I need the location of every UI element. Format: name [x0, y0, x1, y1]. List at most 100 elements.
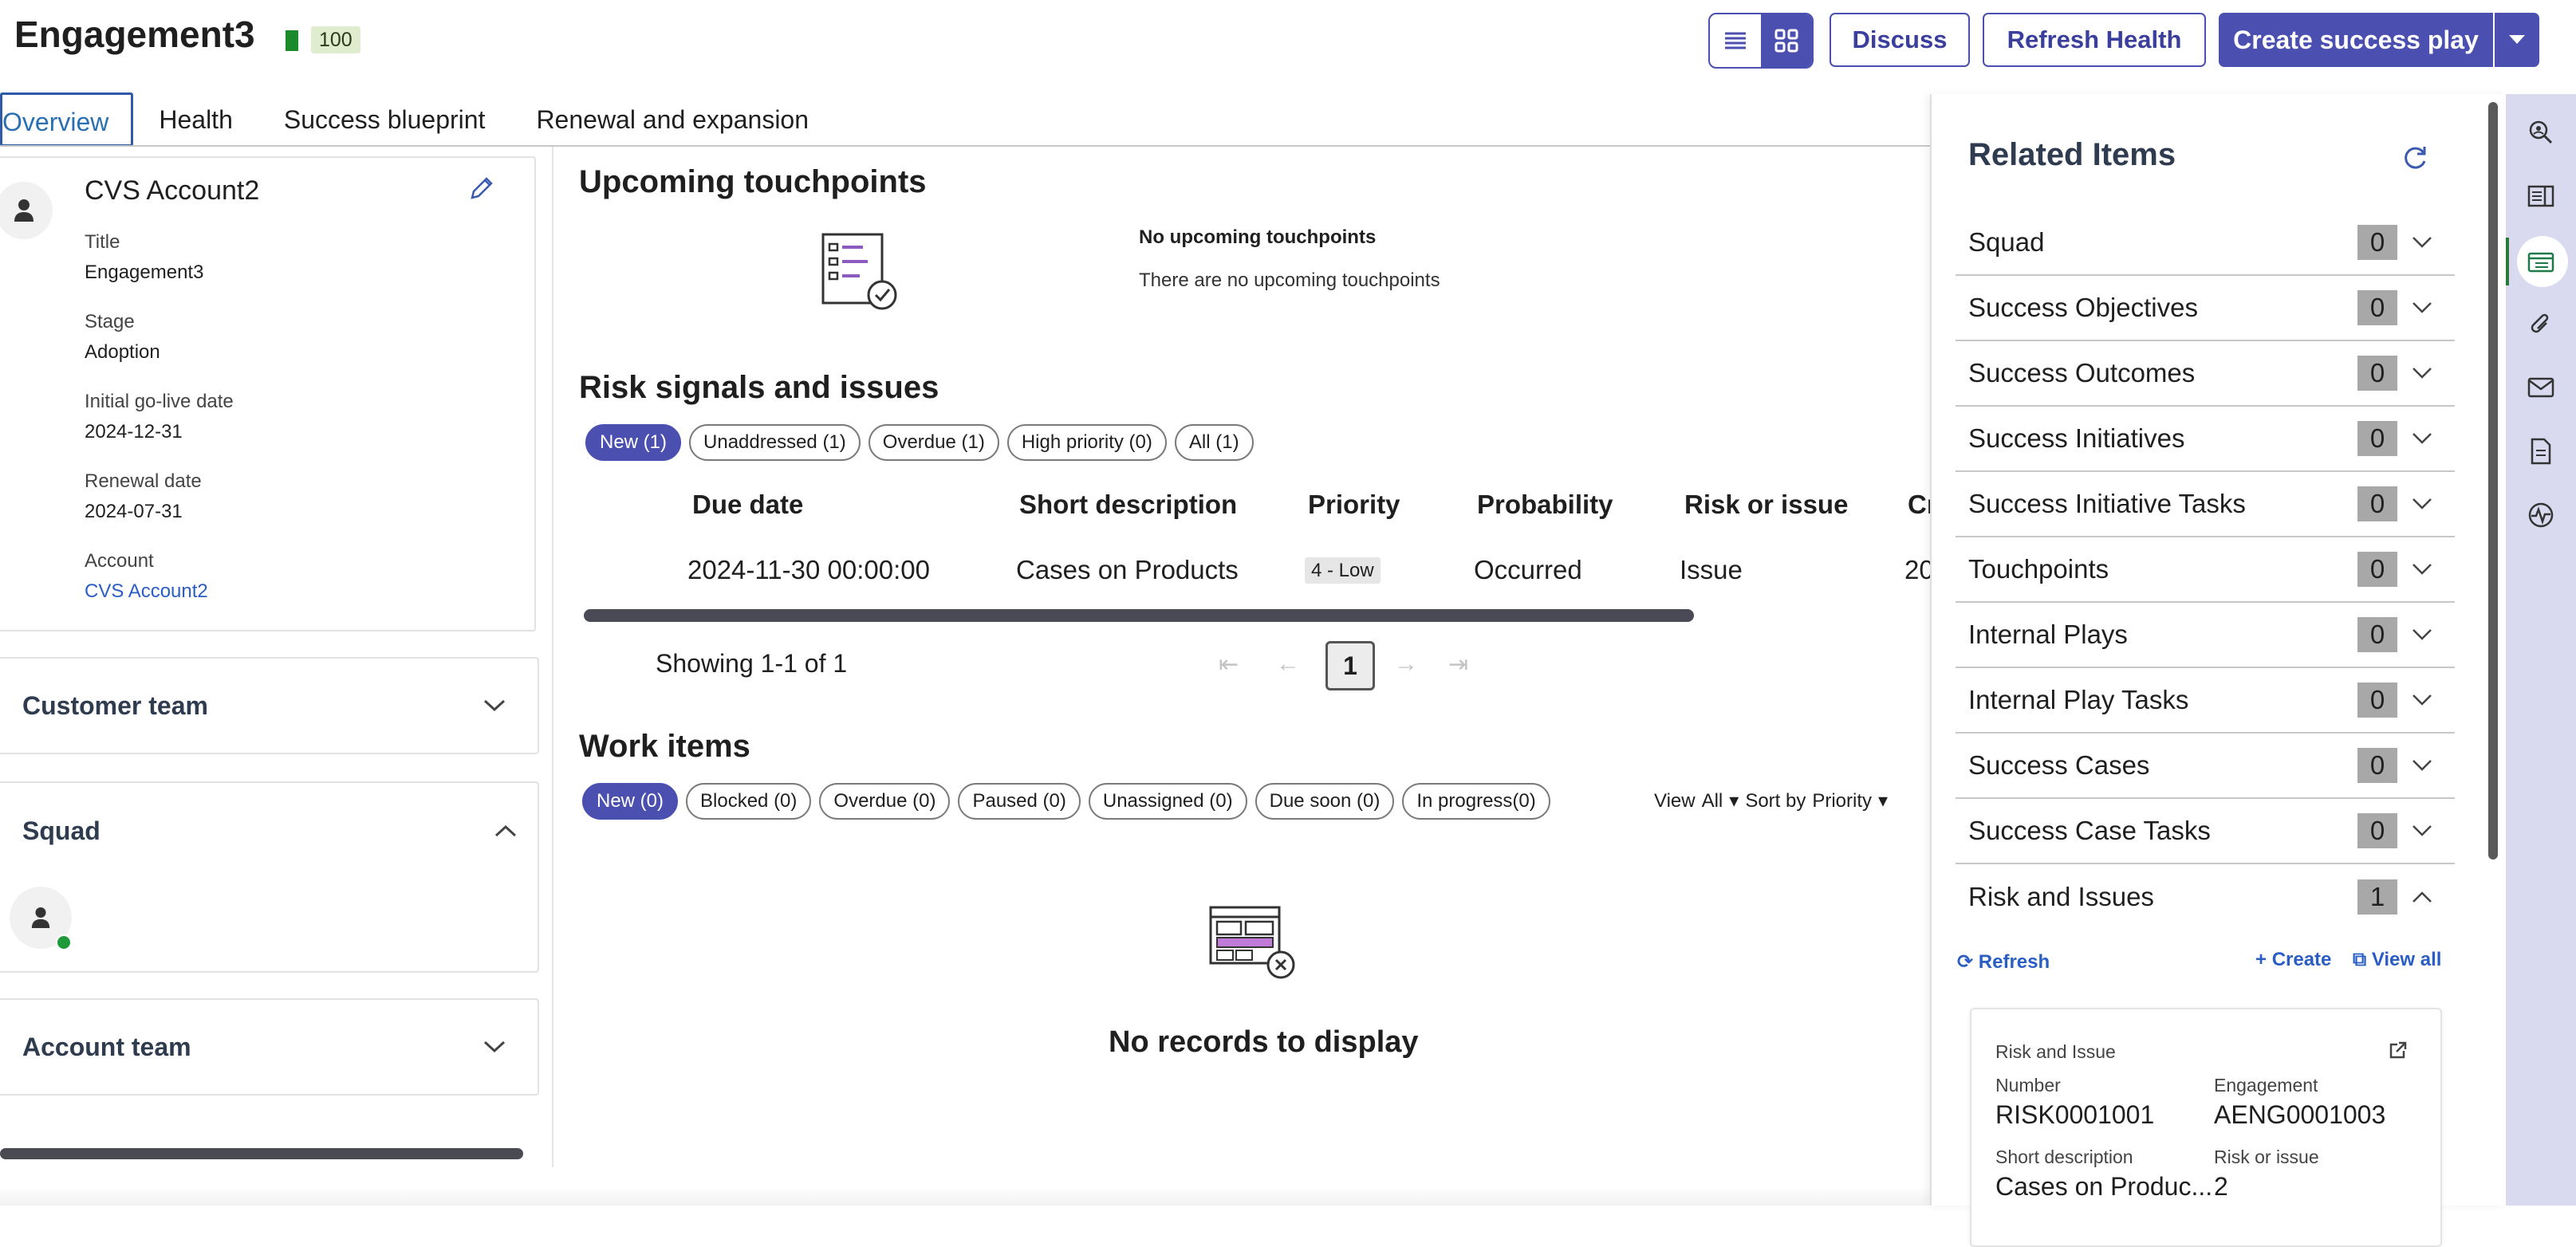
work-filter-paused[interactable]: Paused (0) [958, 783, 1081, 820]
avatar [0, 182, 53, 239]
create-play-dropdown-button[interactable] [2493, 13, 2539, 67]
related-item-row[interactable]: Success Cases 0 [1956, 734, 2455, 799]
column-header-risk-or-issue[interactable]: Risk or issue [1684, 490, 1848, 520]
refresh-icon: ⟳ [1957, 951, 1974, 973]
risk-refresh-link[interactable]: ⟳ Refresh [1957, 950, 2050, 974]
chevron-down-icon[interactable] [2412, 563, 2439, 576]
column-header-due-date[interactable]: Due date [692, 490, 803, 520]
work-filter-in-progress[interactable]: In progress(0) [1402, 783, 1550, 820]
bottom-edge [0, 1186, 1930, 1206]
create-success-play-button[interactable]: Create success play [2219, 13, 2493, 67]
risk-or-issue-value: 2 [2214, 1172, 2228, 1201]
refresh-health-button[interactable]: Refresh Health [1983, 13, 2206, 67]
tab-overview[interactable]: Overview [0, 92, 134, 147]
related-items-icon[interactable] [2522, 242, 2560, 281]
work-filter-due-soon[interactable]: Due soon (0) [1255, 783, 1395, 820]
chevron-up-icon[interactable] [2412, 891, 2439, 903]
engagement-link[interactable]: AENG0001003 [2214, 1100, 2385, 1130]
related-item-row[interactable]: Risk and Issues 1 [1956, 864, 2455, 930]
customer-team-section[interactable]: Customer team [0, 657, 539, 754]
risk-filter-new[interactable]: New (1) [585, 424, 682, 461]
related-item-row[interactable]: Success Case Tasks 0 [1956, 799, 2455, 864]
related-item-count: 0 [2357, 290, 2397, 325]
chevron-down-icon[interactable] [2412, 824, 2439, 837]
risk-view-all-link[interactable]: ⧉ View all [2353, 949, 2441, 971]
related-item-label: Risk and Issues [1968, 882, 2154, 911]
prev-page-icon[interactable]: ← [1276, 651, 1300, 678]
related-item-row[interactable]: Success Objectives 0 [1956, 276, 2455, 341]
work-filter-unassigned[interactable]: Unassigned (0) [1088, 783, 1247, 820]
related-item-row[interactable]: Success Initiatives 0 [1956, 407, 2455, 472]
risk-create-link[interactable]: + Create [2255, 949, 2331, 971]
account-link[interactable]: CVS Account2 [85, 580, 208, 603]
related-item-label: Internal Plays [1968, 620, 2128, 649]
related-item-label: Internal Play Tasks [1968, 685, 2189, 714]
related-item-row[interactable]: Touchpoints 0 [1956, 537, 2455, 603]
risk-filter-pills: New (1) Unaddressed (1) Overdue (1) High… [585, 424, 1254, 461]
sort-dropdown[interactable]: Priority [1812, 790, 1872, 812]
risk-filter-high-priority[interactable]: High priority (0) [1006, 424, 1167, 461]
page-number-button[interactable]: 1 [1325, 641, 1375, 690]
list-view-button[interactable] [1710, 14, 1761, 67]
attachment-icon[interactable] [2522, 306, 2560, 344]
grid-view-button[interactable] [1761, 14, 1812, 67]
column-header-cr[interactable]: Cr [1908, 490, 1930, 520]
account-team-section[interactable]: Account team [0, 998, 539, 1096]
view-sort-controls: View All ▾ Sort by Priority ▾ [1654, 789, 1889, 812]
open-record-button[interactable] [2388, 1040, 2409, 1060]
column-header-priority[interactable]: Priority [1308, 490, 1400, 520]
chevron-down-icon [483, 1040, 506, 1053]
next-page-icon[interactable]: → [1394, 651, 1418, 678]
chevron-down-icon[interactable] [2412, 301, 2439, 314]
risk-issue-card[interactable]: Risk and Issue Number RISK0001001 Engage… [1970, 1008, 2442, 1247]
chevron-down-icon[interactable] [2412, 236, 2439, 249]
column-header-short-description[interactable]: Short description [1019, 490, 1237, 520]
chevron-down-icon[interactable] [2412, 367, 2439, 380]
edit-button[interactable] [469, 175, 494, 201]
related-item-row[interactable]: Success Outcomes 0 [1956, 341, 2455, 407]
related-item-row[interactable]: Internal Play Tasks 0 [1956, 668, 2455, 734]
related-items-title: Related Items [1968, 137, 2176, 172]
work-filter-new[interactable]: New (0) [582, 783, 679, 820]
health-indicator [286, 30, 298, 51]
risk-filter-overdue[interactable]: Overdue (1) [868, 424, 999, 461]
chevron-down-icon[interactable] [2412, 628, 2439, 641]
chevron-down-icon[interactable] [2412, 498, 2439, 510]
details-panel-icon[interactable] [2522, 177, 2560, 215]
list-icon [1725, 32, 1746, 49]
refresh-related-button[interactable] [2401, 144, 2429, 172]
risk-filter-all[interactable]: All (1) [1174, 424, 1254, 461]
chevron-down-icon[interactable] [2412, 759, 2439, 772]
tab-success-blueprint[interactable]: Success blueprint [258, 92, 511, 147]
field-initial-go-live: Initial go-live date 2024-12-31 [85, 391, 234, 443]
related-item-count: 0 [2357, 552, 2397, 587]
agent-assist-icon[interactable] [2522, 113, 2560, 151]
related-item-label: Touchpoints [1968, 554, 2109, 584]
risk-filter-unaddressed[interactable]: Unaddressed (1) [689, 424, 861, 461]
chevron-down-icon[interactable] [2412, 694, 2439, 706]
tab-renewal-expansion[interactable]: Renewal and expansion [510, 92, 834, 147]
table-row[interactable]: 2024-11-30 00:00:00 Cases on Products 4 … [582, 542, 1930, 598]
squad-section-header[interactable]: Squad [22, 783, 517, 879]
view-toggle[interactable] [1708, 13, 1814, 69]
related-item-row[interactable]: Squad 0 [1956, 210, 2455, 276]
related-item-row[interactable]: Success Initiative Tasks 0 [1956, 472, 2455, 537]
risk-due-date-link[interactable]: 2024-11-30 00:00:00 [687, 555, 930, 585]
work-filter-blocked[interactable]: Blocked (0) [686, 783, 812, 820]
related-panel-scrollbar[interactable] [2488, 102, 2498, 860]
last-page-icon[interactable]: ⇥ [1448, 651, 1468, 679]
related-item-row[interactable]: Internal Plays 0 [1956, 603, 2455, 668]
email-icon[interactable] [2522, 368, 2560, 407]
chevron-down-icon[interactable] [2412, 432, 2439, 445]
document-icon[interactable] [2522, 432, 2560, 470]
column-header-probability[interactable]: Probability [1477, 490, 1613, 520]
left-panel-scrollbar[interactable] [0, 1148, 523, 1159]
tab-health[interactable]: Health [133, 92, 258, 147]
external-link-icon [2389, 1041, 2407, 1059]
view-filter-dropdown[interactable]: All [1702, 790, 1723, 812]
first-page-icon[interactable]: ⇤ [1219, 651, 1239, 679]
work-filter-overdue[interactable]: Overdue (0) [819, 783, 951, 820]
discuss-button[interactable]: Discuss [1830, 13, 1970, 67]
risk-table-scrollbar[interactable] [584, 609, 1694, 622]
activity-icon[interactable] [2522, 496, 2560, 534]
